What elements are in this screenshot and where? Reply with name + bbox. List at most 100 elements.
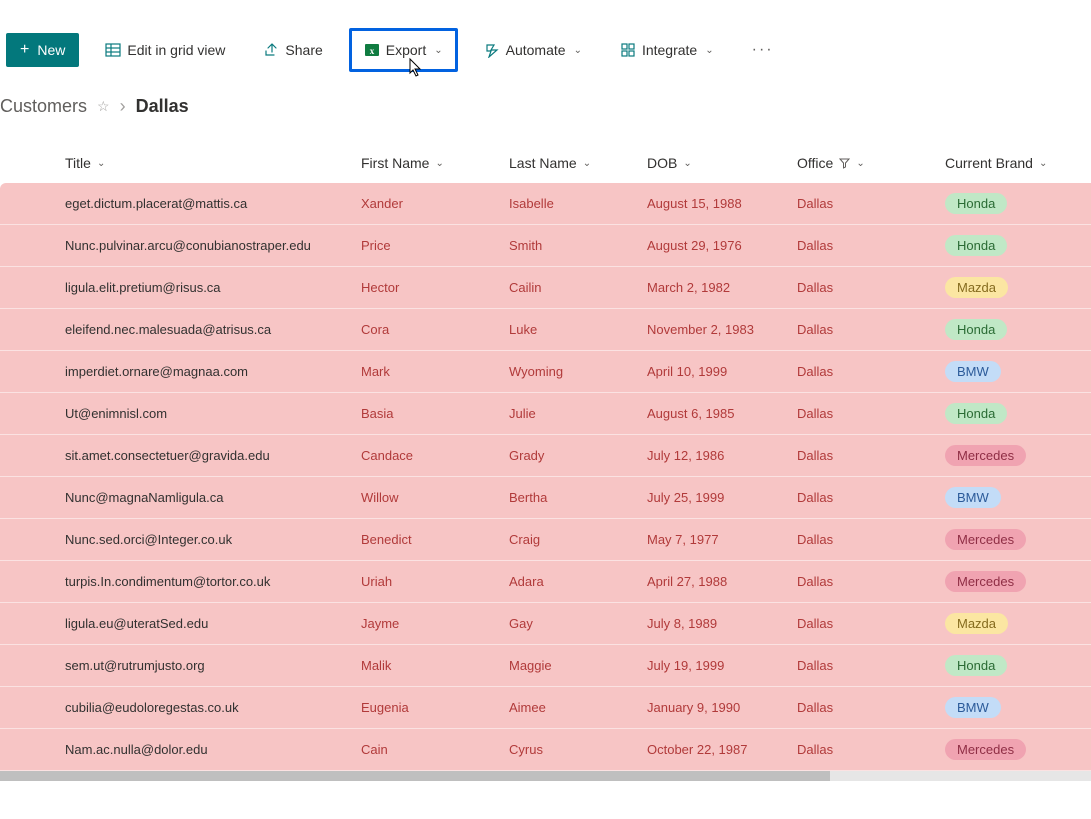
excel-icon: x xyxy=(364,42,380,58)
column-header-last[interactable]: Last Name ⌄ xyxy=(509,155,647,171)
cell-last: Grady xyxy=(509,448,647,463)
cell-dob: November 2, 1983 xyxy=(647,322,797,337)
cell-last: Aimee xyxy=(509,700,647,715)
table-row[interactable]: sem.ut@rutrumjusto.orgMalikMaggieJuly 19… xyxy=(0,645,1091,687)
cell-first: Malik xyxy=(361,658,509,673)
command-bar: + New Edit in grid view Share x Export ⌄… xyxy=(0,22,1091,78)
table-row[interactable]: Ut@enimnisl.comBasiaJulieAugust 6, 1985D… xyxy=(0,393,1091,435)
export-button[interactable]: x Export ⌄ xyxy=(356,33,451,67)
cell-title[interactable]: sit.amet.consectetuer@gravida.edu xyxy=(65,448,361,463)
column-label: DOB xyxy=(647,155,677,171)
table-row[interactable]: eleifend.nec.malesuada@atrisus.caCoraLuk… xyxy=(0,309,1091,351)
cell-first: Benedict xyxy=(361,532,509,547)
cell-title[interactable]: Nunc.pulvinar.arcu@conubianostraper.edu xyxy=(65,238,361,253)
export-label: Export xyxy=(386,42,426,58)
share-label: Share xyxy=(285,42,322,58)
cell-first: Cora xyxy=(361,322,509,337)
column-header-title[interactable]: Title ⌄ xyxy=(65,155,361,171)
breadcrumb-current: Dallas xyxy=(136,96,189,117)
cell-first: Xander xyxy=(361,196,509,211)
breadcrumb-root[interactable]: Customers xyxy=(0,96,87,117)
cell-first: Eugenia xyxy=(361,700,509,715)
cell-dob: March 2, 1982 xyxy=(647,280,797,295)
integrate-button[interactable]: Integrate ⌄ xyxy=(608,33,726,67)
table-row[interactable]: sit.amet.consectetuer@gravida.eduCandace… xyxy=(0,435,1091,477)
table-row[interactable]: cubilia@eudoloregestas.co.ukEugeniaAimee… xyxy=(0,687,1091,729)
table-row[interactable]: ligula.elit.pretium@risus.caHectorCailin… xyxy=(0,267,1091,309)
cell-dob: July 8, 1989 xyxy=(647,616,797,631)
scrollbar-thumb[interactable] xyxy=(0,771,830,781)
brand-pill: Mazda xyxy=(945,613,1008,634)
grid-icon xyxy=(105,42,121,58)
new-label: New xyxy=(37,42,65,58)
table-row[interactable]: imperdiet.ornare@magnaa.comMarkWyomingAp… xyxy=(0,351,1091,393)
cell-office: Dallas xyxy=(797,742,945,757)
cell-office: Dallas xyxy=(797,700,945,715)
share-icon xyxy=(263,42,279,58)
new-button[interactable]: + New xyxy=(6,33,79,67)
cell-dob: August 6, 1985 xyxy=(647,406,797,421)
column-header-dob[interactable]: DOB ⌄ xyxy=(647,155,797,171)
table-row[interactable]: Nunc@magnaNamligula.caWillowBerthaJuly 2… xyxy=(0,477,1091,519)
table-row[interactable]: Nunc.pulvinar.arcu@conubianostraper.eduP… xyxy=(0,225,1091,267)
cell-title[interactable]: eget.dictum.placerat@mattis.ca xyxy=(65,196,361,211)
cell-office: Dallas xyxy=(797,196,945,211)
cell-title[interactable]: imperdiet.ornare@magnaa.com xyxy=(65,364,361,379)
horizontal-scrollbar[interactable] xyxy=(0,771,1091,781)
filter-icon xyxy=(839,158,850,169)
cell-title[interactable]: Nunc.sed.orci@Integer.co.uk xyxy=(65,532,361,547)
column-header-office[interactable]: Office ⌄ xyxy=(797,155,945,171)
table-row[interactable]: Nam.ac.nulla@dolor.eduCainCyrusOctober 2… xyxy=(0,729,1091,771)
brand-pill: Mazda xyxy=(945,277,1008,298)
cell-dob: August 15, 1988 xyxy=(647,196,797,211)
share-button[interactable]: Share xyxy=(251,33,334,67)
table-row[interactable]: ligula.eu@uteratSed.eduJaymeGayJuly 8, 1… xyxy=(0,603,1091,645)
cell-dob: July 12, 1986 xyxy=(647,448,797,463)
cell-title[interactable]: ligula.eu@uteratSed.edu xyxy=(65,616,361,631)
cell-brand: BMW xyxy=(945,361,1085,382)
cell-office: Dallas xyxy=(797,532,945,547)
cell-title[interactable]: sem.ut@rutrumjusto.org xyxy=(65,658,361,673)
automate-button[interactable]: Automate ⌄ xyxy=(472,33,594,67)
column-header-brand[interactable]: Current Brand ⌄ xyxy=(945,155,1085,171)
chevron-down-icon: ⌄ xyxy=(856,158,864,169)
list-table: Title ⌄ First Name ⌄ Last Name ⌄ DOB ⌄ O… xyxy=(0,143,1091,771)
cell-office: Dallas xyxy=(797,322,945,337)
chevron-down-icon: ⌄ xyxy=(1039,158,1047,169)
more-button[interactable]: ··· xyxy=(740,33,786,67)
cell-first: Uriah xyxy=(361,574,509,589)
cell-brand: Mercedes xyxy=(945,739,1085,760)
cell-last: Smith xyxy=(509,238,647,253)
favorite-icon[interactable]: ☆ xyxy=(97,98,110,115)
cell-dob: April 10, 1999 xyxy=(647,364,797,379)
cell-first: Jayme xyxy=(361,616,509,631)
table-row[interactable]: eget.dictum.placerat@mattis.caXanderIsab… xyxy=(0,183,1091,225)
cell-brand: Honda xyxy=(945,193,1085,214)
edit-grid-button[interactable]: Edit in grid view xyxy=(93,33,237,67)
cell-title[interactable]: Nunc@magnaNamligula.ca xyxy=(65,490,361,505)
cell-brand: Mercedes xyxy=(945,571,1085,592)
brand-pill: BMW xyxy=(945,487,1001,508)
cell-office: Dallas xyxy=(797,448,945,463)
cell-title[interactable]: turpis.In.condimentum@tortor.co.uk xyxy=(65,574,361,589)
cell-title[interactable]: cubilia@eudoloregestas.co.uk xyxy=(65,700,361,715)
chevron-down-icon: ⌄ xyxy=(583,158,591,169)
column-label: Last Name xyxy=(509,155,577,171)
brand-pill: Honda xyxy=(945,319,1007,340)
cell-title[interactable]: Ut@enimnisl.com xyxy=(65,406,361,421)
cell-last: Cailin xyxy=(509,280,647,295)
brand-pill: Mercedes xyxy=(945,739,1026,760)
cell-title[interactable]: ligula.elit.pretium@risus.ca xyxy=(65,280,361,295)
integrate-label: Integrate xyxy=(642,42,697,58)
cell-office: Dallas xyxy=(797,616,945,631)
cell-title[interactable]: eleifend.nec.malesuada@atrisus.ca xyxy=(65,322,361,337)
column-header-first[interactable]: First Name ⌄ xyxy=(361,155,509,171)
cell-dob: January 9, 1990 xyxy=(647,700,797,715)
cell-office: Dallas xyxy=(797,658,945,673)
table-row[interactable]: turpis.In.condimentum@tortor.co.ukUriahA… xyxy=(0,561,1091,603)
table-body: eget.dictum.placerat@mattis.caXanderIsab… xyxy=(0,183,1091,771)
table-row[interactable]: Nunc.sed.orci@Integer.co.ukBenedictCraig… xyxy=(0,519,1091,561)
cell-title[interactable]: Nam.ac.nulla@dolor.edu xyxy=(65,742,361,757)
cell-office: Dallas xyxy=(797,280,945,295)
export-highlight: x Export ⌄ xyxy=(349,28,458,72)
